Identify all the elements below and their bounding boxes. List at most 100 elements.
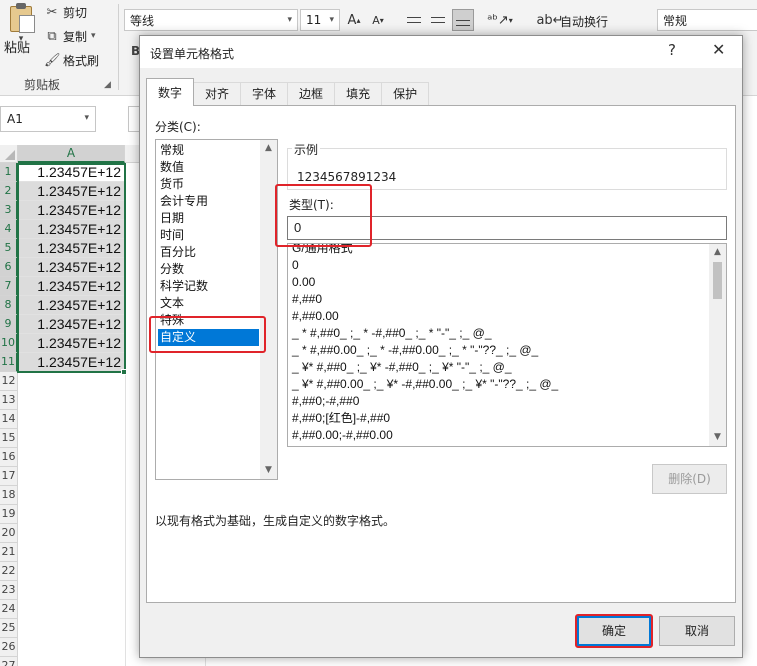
cell[interactable]: 1.23457E+12 <box>18 201 125 220</box>
dialog-launcher-icon[interactable]: ◢ <box>104 80 111 90</box>
cell[interactable]: 1.23457E+12 <box>18 315 125 334</box>
paste-button[interactable]: 粘贴 ▾ <box>4 3 38 62</box>
row-header[interactable]: 12 <box>0 372 18 391</box>
row-header[interactable]: 14 <box>0 410 18 429</box>
row-header[interactable]: 9 <box>0 315 18 334</box>
close-icon[interactable]: ✕ <box>712 40 725 59</box>
wrap-text-icon[interactable]: ab↵ <box>536 9 563 31</box>
tab-number[interactable]: 数字 <box>146 78 195 106</box>
list-item[interactable]: 时间 <box>158 227 259 244</box>
list-item[interactable]: 0 <box>292 257 299 274</box>
row-header[interactable]: 8 <box>0 296 18 315</box>
number-format-select[interactable]: 常规 <box>657 9 757 31</box>
scroll-down-icon[interactable]: ▼ <box>709 429 726 446</box>
list-item[interactable]: _ * #,##0_ ;_ * -#,##0_ ;_ * "-"_ ;_ @_ <box>292 325 492 342</box>
format-scrollbar[interactable]: ▲ ▼ <box>709 244 726 446</box>
align-bottom-icon[interactable] <box>452 9 474 31</box>
category-list[interactable]: 常规 数值 货币 会计专用 日期 时间 百分比 分数 科学记数 文本 特殊 自定… <box>155 139 278 480</box>
list-item[interactable]: 文本 <box>158 295 259 312</box>
row-header[interactable]: 22 <box>0 562 18 581</box>
row-header[interactable]: 15 <box>0 429 18 448</box>
cut-button[interactable]: ✂ 剪切 <box>44 2 87 22</box>
ok-button[interactable]: 确定 <box>577 616 651 646</box>
cell[interactable]: 1.23457E+12 <box>18 258 125 277</box>
format-code-list[interactable]: G/通用格式 0 0.00 #,##0 #,##0.00 _ * #,##0_ … <box>287 243 727 447</box>
dialog-title-bar[interactable]: 设置单元格格式 ? ✕ <box>140 36 742 68</box>
chevron-down-icon[interactable]: ▾ <box>91 31 96 41</box>
list-item[interactable]: _ * #,##0.00_ ;_ * -#,##0.00_ ;_ * "-"??… <box>292 342 538 359</box>
increase-font-icon[interactable]: A ▴ <box>344 9 364 31</box>
tab-font[interactable]: 字体 <box>240 82 289 106</box>
row-header[interactable]: 21 <box>0 543 18 562</box>
row-header[interactable]: 27 <box>0 657 18 666</box>
list-item[interactable]: _ ¥* #,##0_ ;_ ¥* -#,##0_ ;_ ¥* "-"_ ;_ … <box>292 359 512 376</box>
list-item[interactable]: 日期 <box>158 210 259 227</box>
list-item-selected[interactable]: 自定义 <box>158 329 259 346</box>
list-item[interactable]: _ ¥* #,##0.00_ ;_ ¥* -#,##0.00_ ;_ ¥* "-… <box>292 376 558 393</box>
tab-border[interactable]: 边框 <box>287 82 336 106</box>
orientation-icon[interactable]: ᵃᵇ↗ ▾ <box>486 9 514 31</box>
cell[interactable]: 1.23457E+12 <box>18 182 125 201</box>
row-header[interactable]: 10 <box>0 334 18 353</box>
cancel-button[interactable]: 取消 <box>659 616 735 646</box>
row-header[interactable]: 7 <box>0 277 18 296</box>
name-box[interactable]: A1 ▾ <box>0 106 96 132</box>
select-all-button[interactable] <box>0 145 18 163</box>
list-item[interactable]: 百分比 <box>158 244 259 261</box>
row-header[interactable]: 19 <box>0 505 18 524</box>
help-icon[interactable]: ? <box>668 41 676 59</box>
list-item[interactable]: 特殊 <box>158 312 259 329</box>
row-header[interactable]: 25 <box>0 619 18 638</box>
scroll-up-icon[interactable]: ▲ <box>709 244 726 261</box>
fill-handle[interactable] <box>121 369 127 375</box>
list-item[interactable]: #,##0 <box>292 291 322 308</box>
scroll-down-icon[interactable]: ▼ <box>260 462 277 479</box>
wrap-text-label[interactable]: 自动换行 <box>560 13 608 30</box>
list-item[interactable]: 货币 <box>158 176 259 193</box>
cell[interactable]: 1.23457E+12 <box>18 277 125 296</box>
list-item[interactable]: #,##0;[红色]-#,##0 <box>292 410 390 427</box>
column-header-a[interactable]: A <box>18 145 125 163</box>
cell[interactable]: 1.23457E+12 <box>18 353 125 372</box>
list-item[interactable]: G/通用格式 <box>292 244 353 257</box>
type-input[interactable]: 0 <box>287 216 727 240</box>
list-item[interactable]: 科学记数 <box>158 278 259 295</box>
list-item[interactable]: 分数 <box>158 261 259 278</box>
copy-button[interactable]: ⧉ 复制 ▾ <box>44 26 96 46</box>
row-header[interactable]: 5 <box>0 239 18 258</box>
list-item[interactable]: 常规 <box>158 142 259 159</box>
row-header[interactable]: 24 <box>0 600 18 619</box>
list-item[interactable]: #,##0.00;-#,##0.00 <box>292 427 393 444</box>
row-header[interactable]: 13 <box>0 391 18 410</box>
font-size-select[interactable]: 11 ▾ <box>300 9 340 31</box>
format-painter-button[interactable]: 🖌 格式刷 <box>44 50 99 70</box>
category-scrollbar[interactable]: ▲ ▼ <box>260 140 277 479</box>
tab-fill[interactable]: 填充 <box>334 82 383 106</box>
cell[interactable]: 1.23457E+12 <box>18 239 125 258</box>
row-header[interactable]: 6 <box>0 258 18 277</box>
row-header[interactable]: 3 <box>0 201 18 220</box>
align-top-icon[interactable] <box>404 9 424 31</box>
cell[interactable]: 1.23457E+12 <box>18 220 125 239</box>
list-item[interactable]: #,##0;-#,##0 <box>292 393 359 410</box>
cell[interactable]: 1.23457E+12 <box>18 296 125 315</box>
cell[interactable]: 1.23457E+12 <box>18 334 125 353</box>
row-header[interactable]: 23 <box>0 581 18 600</box>
align-middle-icon[interactable] <box>428 9 448 31</box>
row-header[interactable]: 18 <box>0 486 18 505</box>
scroll-thumb[interactable] <box>713 262 722 299</box>
row-header[interactable]: 1 <box>0 163 18 182</box>
list-item[interactable]: 数值 <box>158 159 259 176</box>
list-item[interactable]: 0.00 <box>292 274 315 291</box>
row-header[interactable]: 20 <box>0 524 18 543</box>
row-header[interactable]: 16 <box>0 448 18 467</box>
decrease-font-icon[interactable]: A ▾ <box>368 9 388 31</box>
scroll-up-icon[interactable]: ▲ <box>260 140 277 157</box>
row-header[interactable]: 2 <box>0 182 18 201</box>
font-name-select[interactable]: 等线 ▾ <box>124 9 298 31</box>
row-header[interactable]: 26 <box>0 638 18 657</box>
chevron-down-icon[interactable]: ▾ <box>84 113 89 123</box>
list-item[interactable]: #,##0.00 <box>292 308 339 325</box>
delete-button[interactable]: 删除(D) <box>652 464 727 494</box>
row-header[interactable]: 4 <box>0 220 18 239</box>
